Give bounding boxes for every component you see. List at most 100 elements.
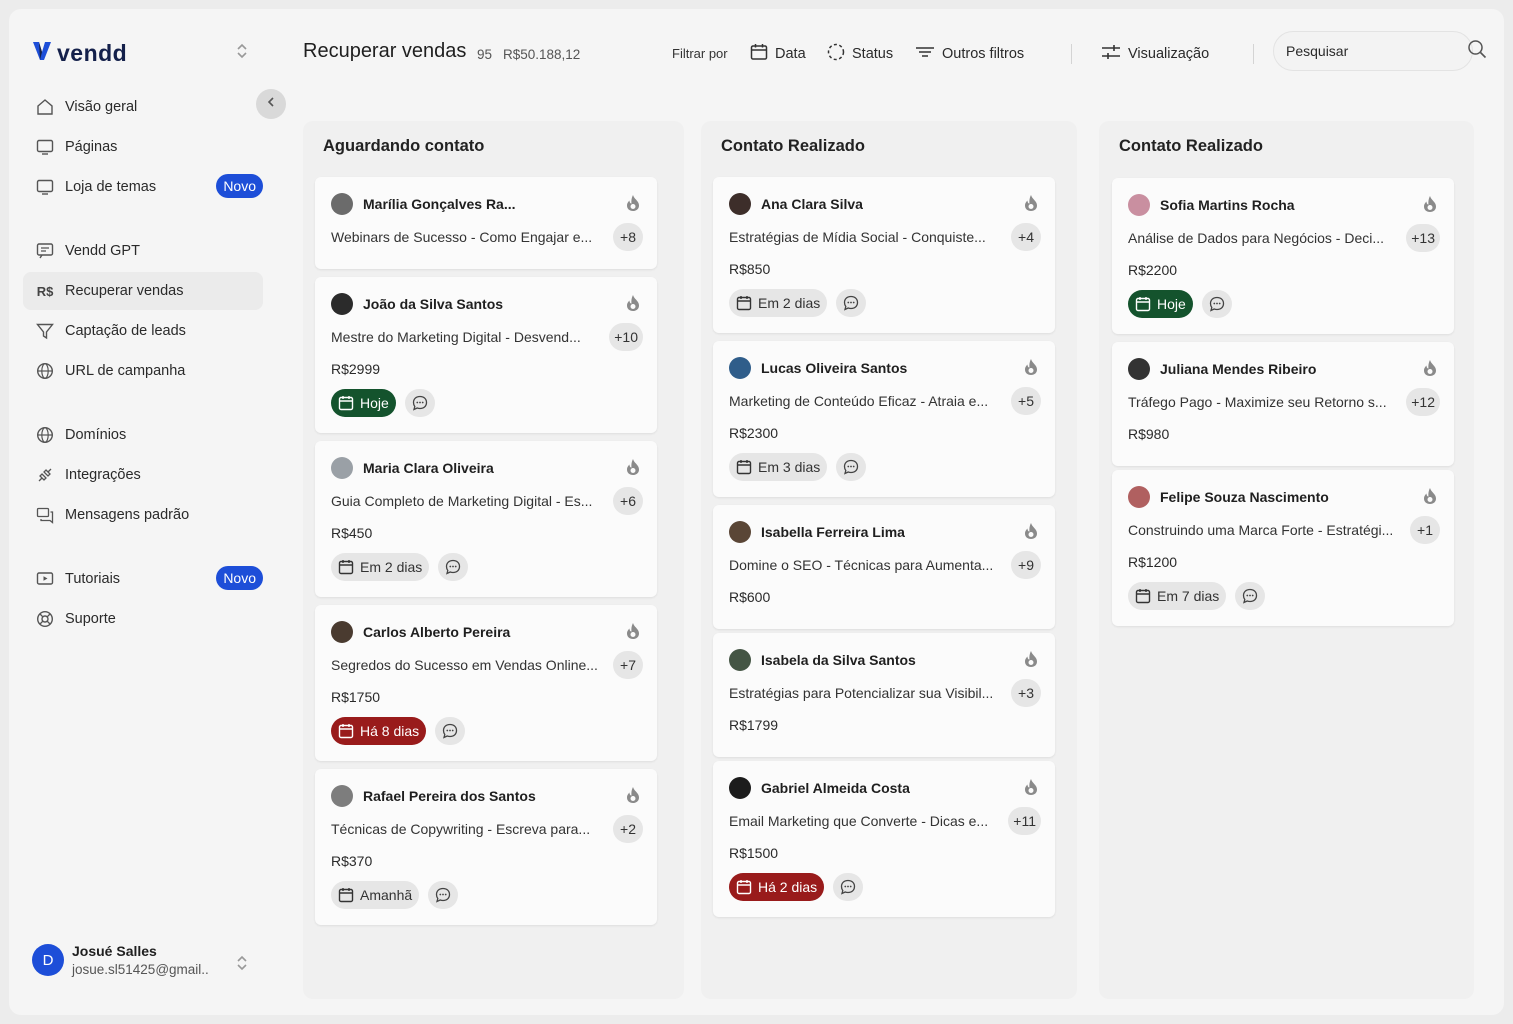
lead-card[interactable]: Sofia Martins Rocha Análise de Dados para… <box>1112 178 1454 334</box>
more-products-badge[interactable]: +5 <box>1011 387 1041 415</box>
flame-icon[interactable] <box>1422 487 1438 510</box>
sidebar-item-loja-de-temas[interactable]: Loja de temas Novo <box>23 168 263 206</box>
lead-card[interactable]: Ana Clara Silva Estratégias de Mídia Soci… <box>713 177 1055 333</box>
message-button[interactable] <box>836 453 867 481</box>
sidebar-item-paginas[interactable]: Páginas <box>23 128 263 166</box>
flame-icon[interactable] <box>1023 194 1039 217</box>
sidebar-item-label: Integrações <box>65 467 141 483</box>
lead-card[interactable]: Rafael Pereira dos Santos Técnicas de Cop… <box>315 769 657 925</box>
avatar <box>729 193 751 215</box>
lead-price: R$450 <box>331 525 373 541</box>
lead-card[interactable]: Carlos Alberto Pereira Segredos do Sucess… <box>315 605 657 761</box>
chat-bubble-icon <box>843 459 859 475</box>
lead-name: Isabella Ferreira Lima <box>761 524 905 540</box>
more-products-badge[interactable]: +1 <box>1410 516 1440 544</box>
more-products-badge[interactable]: +8 <box>613 223 643 251</box>
due-date-tag[interactable]: Em 2 dias <box>331 553 430 581</box>
sidebar-item-url-de-campanha[interactable]: URL de campanha <box>23 352 263 390</box>
flame-icon[interactable] <box>625 194 641 217</box>
search-icon[interactable] <box>1467 39 1487 64</box>
view-label: Visualização <box>1128 46 1210 62</box>
more-products-badge[interactable]: +12 <box>1406 388 1440 416</box>
due-date-tag[interactable]: Em 2 dias <box>729 289 828 317</box>
flame-icon[interactable] <box>625 294 641 317</box>
filter-status-button[interactable]: Status <box>827 39 893 69</box>
search-input[interactable] <box>1286 43 1467 59</box>
lead-card[interactable]: Maria Clara Oliveira Guia Completo de Mar… <box>315 441 657 597</box>
more-products-badge[interactable]: +11 <box>1008 807 1041 835</box>
message-button[interactable] <box>435 717 466 745</box>
lead-name: Lucas Oliveira Santos <box>761 360 908 376</box>
lead-card[interactable]: Gabriel Almeida Costa Email Marketing que… <box>713 761 1055 917</box>
filter-date-button[interactable]: Data <box>750 39 806 69</box>
sidebar-item-dominios[interactable]: Domínios <box>23 416 263 454</box>
workspace-switch-icon[interactable] <box>235 43 249 64</box>
message-button[interactable] <box>404 389 435 417</box>
card-actions: Há 8 dias <box>331 717 466 745</box>
monitor-icon <box>35 137 55 157</box>
more-products-badge[interactable]: +4 <box>1011 223 1041 251</box>
sidebar-item-suporte[interactable]: Suporte <box>23 600 263 638</box>
user-profile[interactable]: D Josué Salles josue.sl51425@gmail.. <box>32 943 209 977</box>
new-badge: Novo <box>216 566 263 590</box>
brand[interactable]: vendd <box>31 39 127 68</box>
message-button[interactable] <box>428 881 459 909</box>
avatar <box>729 777 751 799</box>
due-date-tag[interactable]: Amanhã <box>331 881 420 909</box>
more-products-badge[interactable]: +6 <box>613 487 643 515</box>
view-button[interactable]: Visualização <box>1101 39 1209 69</box>
globe-icon <box>35 361 55 381</box>
course-title: Domine o SEO - Técnicas para Aumenta... <box>729 557 994 573</box>
sidebar-item-integracoes[interactable]: Integrações <box>23 456 263 494</box>
flame-icon[interactable] <box>625 458 641 481</box>
flame-icon[interactable] <box>1023 522 1039 545</box>
flame-icon[interactable] <box>1422 195 1438 218</box>
lead-card[interactable]: Marília Gonçalves Ra... Webinars de Suces… <box>315 177 657 269</box>
user-email: josue.sl51425@gmail.. <box>72 962 209 977</box>
more-products-badge[interactable]: +3 <box>1011 679 1041 707</box>
lead-name: Sofia Martins Rocha <box>1160 197 1295 213</box>
more-products-badge[interactable]: +13 <box>1406 224 1440 252</box>
lead-card[interactable]: João da Silva Santos Mestre do Marketing … <box>315 277 657 433</box>
flame-icon[interactable] <box>1023 358 1039 381</box>
avatar <box>331 457 353 479</box>
message-button[interactable] <box>1235 582 1266 610</box>
flame-icon[interactable] <box>625 786 641 809</box>
lead-name: João da Silva Santos <box>363 296 504 312</box>
other-filters-label: Outros filtros <box>942 46 1025 62</box>
message-button[interactable] <box>836 289 867 317</box>
flame-icon[interactable] <box>1023 650 1039 673</box>
sidebar-item-visao-geral[interactable]: Visão geral <box>23 88 263 126</box>
more-products-badge[interactable]: +10 <box>609 323 643 351</box>
due-date-tag[interactable]: Em 7 dias <box>1128 582 1227 610</box>
lead-card[interactable]: Lucas Oliveira Santos Marketing de Conteú… <box>713 341 1055 497</box>
sidebar-item-recuperar-vendas[interactable]: R$ Recuperar vendas <box>23 272 263 310</box>
lead-card[interactable]: Felipe Souza Nascimento Construindo uma M… <box>1112 470 1454 626</box>
card-actions: Em 7 dias <box>1128 582 1266 610</box>
flame-icon[interactable] <box>1023 778 1039 801</box>
lead-card[interactable]: Isabela da Silva Santos Estratégias para … <box>713 633 1055 757</box>
flame-icon[interactable] <box>1422 359 1438 382</box>
message-button[interactable] <box>438 553 469 581</box>
message-button[interactable] <box>833 873 864 901</box>
message-button[interactable] <box>1201 290 1232 318</box>
due-date-tag[interactable]: Hoje <box>331 389 396 417</box>
lead-card[interactable]: Juliana Mendes Ribeiro Tráfego Pago - Max… <box>1112 342 1454 466</box>
other-filters-button[interactable]: Outros filtros <box>915 39 1024 69</box>
sidebar-item-vendd-gpt[interactable]: Vendd GPT <box>23 232 263 270</box>
flame-icon[interactable] <box>625 622 641 645</box>
due-date-tag[interactable]: Hoje <box>1128 290 1193 318</box>
due-date-tag[interactable]: Há 8 dias <box>331 717 427 745</box>
due-date-tag[interactable]: Em 3 dias <box>729 453 828 481</box>
sidebar-item-captacao-de-leads[interactable]: Captação de leads <box>23 312 263 350</box>
account-switch-icon[interactable] <box>235 955 249 976</box>
sidebar-item-tutoriais[interactable]: Tutoriais Novo <box>23 560 263 598</box>
sidebar-item-mensagens-padrao[interactable]: Mensagens padrão <box>23 496 263 534</box>
avatar <box>729 521 751 543</box>
calendar-icon <box>338 559 354 575</box>
more-products-badge[interactable]: +2 <box>613 815 643 843</box>
more-products-badge[interactable]: +7 <box>613 651 643 679</box>
due-date-tag[interactable]: Há 2 dias <box>729 873 825 901</box>
more-products-badge[interactable]: +9 <box>1011 551 1041 579</box>
lead-card[interactable]: Isabella Ferreira Lima Domine o SEO - Téc… <box>713 505 1055 629</box>
